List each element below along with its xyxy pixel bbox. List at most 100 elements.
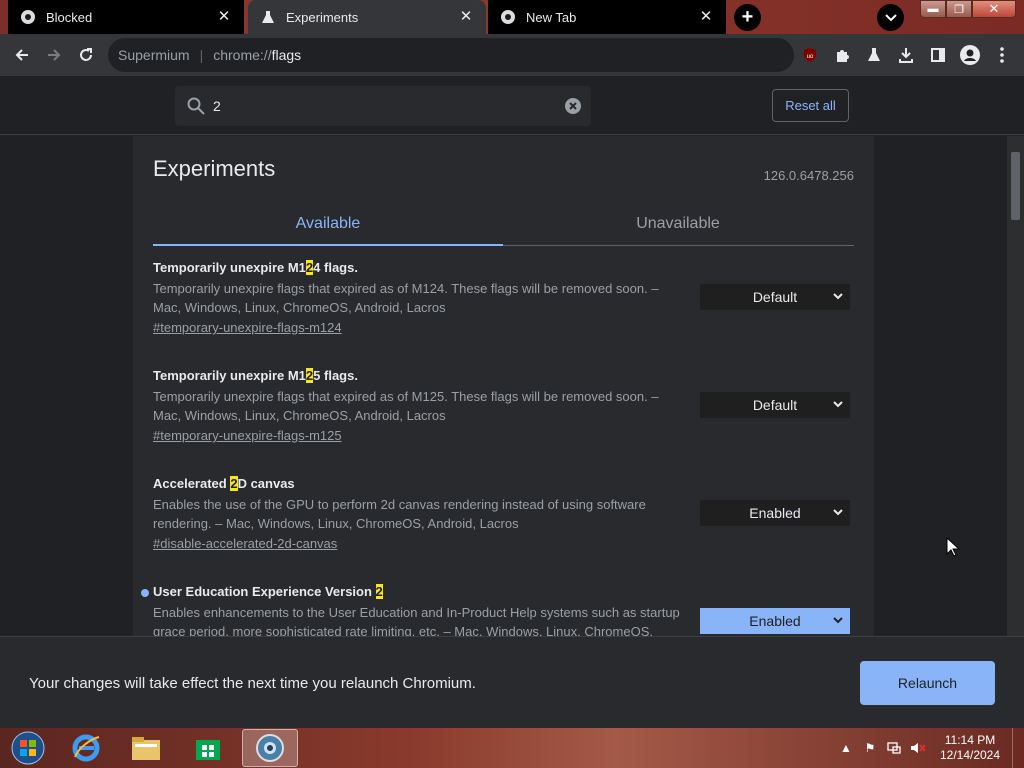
side-panel-button[interactable] — [926, 43, 950, 67]
scrollbar[interactable] — [1007, 136, 1024, 636]
taskbar-internet-explorer[interactable] — [58, 729, 114, 767]
clear-search-icon[interactable] — [565, 98, 581, 114]
reload-button[interactable] — [74, 43, 98, 67]
flag-link[interactable]: #temporary-unexpire-flags-m124 — [153, 320, 342, 335]
version-label: 126.0.6478.256 — [763, 168, 854, 183]
relaunch-button[interactable]: Relaunch — [860, 661, 995, 705]
flag-name: Accelerated 2D canvas — [153, 476, 295, 491]
show-desktop-button[interactable] — [1012, 728, 1024, 768]
tab-available[interactable]: Available — [153, 206, 503, 246]
minimize-button[interactable]: ▬ — [920, 0, 946, 18]
flag-description: Temporarily unexpire flags that expired … — [153, 281, 659, 315]
action-center-flag-icon[interactable]: ⚑ — [860, 738, 880, 758]
start-button[interactable] — [0, 729, 56, 767]
tab-title: Experiments — [286, 9, 359, 25]
ublock-icon: uo — [804, 48, 816, 62]
search-icon — [187, 97, 205, 115]
flags-tabs: Available Unavailable — [153, 206, 854, 246]
flask-icon — [868, 48, 880, 61]
supermium-icon — [256, 734, 284, 762]
ublock-extension-button[interactable]: uo — [798, 43, 822, 67]
close-icon[interactable]: ✕ — [698, 9, 714, 25]
show-hidden-icons-icon[interactable]: ▲ — [836, 738, 856, 758]
taskbar-supermium[interactable] — [242, 729, 298, 767]
url-path: flags — [271, 47, 302, 63]
mouse-cursor-icon — [946, 537, 960, 557]
modified-indicator — [141, 589, 149, 597]
tab-new-tab[interactable]: New Tab ✕ — [488, 0, 726, 34]
search-input[interactable] — [213, 98, 553, 114]
clock[interactable]: 11:14 PM 12/14/2024 — [934, 733, 1006, 763]
forward-arrow-icon — [48, 49, 61, 61]
flags-content: Experiments 126.0.6478.256 Available Una… — [0, 136, 1024, 636]
menu-button[interactable] — [990, 43, 1014, 67]
tab-title: New Tab — [526, 9, 577, 25]
flag-description: Enables enhancements to the User Educati… — [153, 605, 680, 636]
taskbar-store[interactable] — [180, 729, 236, 767]
system-tray: ▲ ⚑ 11:14 PM 12/14/2024 — [832, 728, 1024, 768]
separator: | — [199, 47, 204, 63]
extensions-button[interactable] — [830, 43, 854, 67]
tab-search-button[interactable] — [877, 4, 904, 31]
labs-button[interactable] — [862, 43, 886, 67]
close-window-button[interactable]: ✕ — [972, 0, 1016, 18]
flag-item: Accelerated 2D canvas Enables the use of… — [153, 476, 854, 553]
flag-name: Temporarily unexpire M124 flags. — [153, 260, 358, 275]
side-panel-icon — [931, 48, 945, 62]
close-icon[interactable]: ✕ — [458, 9, 474, 25]
store-icon — [196, 740, 220, 760]
download-icon — [899, 48, 913, 63]
internet-explorer-icon — [72, 734, 100, 762]
avatar-icon — [960, 45, 980, 65]
svg-text:uo: uo — [807, 54, 814, 60]
tab-blocked[interactable]: Blocked ✕ — [8, 0, 244, 34]
flag-select[interactable]: Default — [700, 392, 850, 418]
volume-muted-icon[interactable] — [908, 738, 928, 758]
tab-experiments[interactable]: Experiments ✕ — [248, 0, 486, 34]
flag-select[interactable]: Enabled — [700, 500, 850, 526]
chevron-down-icon — [884, 13, 897, 21]
flag-select[interactable]: Enabled — [700, 608, 850, 634]
tab-unavailable[interactable]: Unavailable — [503, 206, 853, 246]
clock-time: 11:14 PM — [944, 733, 996, 747]
network-icon[interactable] — [884, 738, 904, 758]
back-arrow-icon — [15, 49, 28, 61]
maximize-button[interactable]: ❐ — [946, 0, 972, 18]
start-orb-icon — [11, 731, 45, 765]
relaunch-message: Your changes will take effect the next t… — [29, 675, 476, 692]
tab-title: Blocked — [46, 9, 93, 25]
tab-strip: Blocked ✕ Experiments ✕ New Tab ✕ + ▬ ❐ … — [0, 0, 1024, 34]
url-scheme: chrome:// — [213, 47, 272, 63]
reload-icon — [80, 48, 92, 61]
flag-description: Temporarily unexpire flags that expired … — [153, 389, 659, 423]
flag-link[interactable]: #temporary-unexpire-flags-m125 — [153, 428, 342, 443]
address-bar[interactable]: Supermium | chrome://flags — [108, 38, 794, 72]
page-title: Experiments — [153, 156, 276, 181]
close-icon[interactable]: ✕ — [216, 9, 232, 25]
back-button[interactable] — [10, 43, 34, 67]
flag-item: Temporarily unexpire M125 flags. Tempora… — [153, 368, 854, 445]
search-box[interactable] — [175, 86, 591, 126]
flag-item: User Education Experience Version 2 Enab… — [141, 584, 854, 636]
taskbar-file-explorer[interactable] — [118, 729, 174, 767]
flag-name: Temporarily unexpire M125 flags. — [153, 368, 358, 383]
chevron-down-icon — [833, 509, 843, 516]
file-explorer-icon — [132, 737, 160, 760]
relaunch-bar: Your changes will take effect the next t… — [0, 636, 1024, 728]
window-controls: ▬ ❐ ✕ — [920, 0, 1016, 20]
downloads-button[interactable] — [894, 43, 918, 67]
chrome-icon — [500, 9, 516, 25]
new-tab-button[interactable]: + — [734, 4, 761, 31]
puzzle-icon — [837, 50, 849, 62]
flag-link[interactable]: #disable-accelerated-2d-canvas — [153, 536, 337, 551]
scrollbar-thumb[interactable] — [1011, 152, 1020, 220]
reset-all-button[interactable]: Reset all — [772, 89, 849, 122]
chevron-down-icon — [833, 401, 843, 408]
profile-button[interactable] — [958, 43, 982, 67]
chevron-down-icon — [833, 617, 843, 624]
flag-select[interactable]: Default — [700, 284, 850, 310]
flag-item: Temporarily unexpire M124 flags. Tempora… — [153, 260, 854, 337]
chrome-icon — [20, 9, 36, 25]
flag-name: User Education Experience Version 2 — [153, 584, 383, 599]
forward-button[interactable] — [42, 43, 66, 67]
